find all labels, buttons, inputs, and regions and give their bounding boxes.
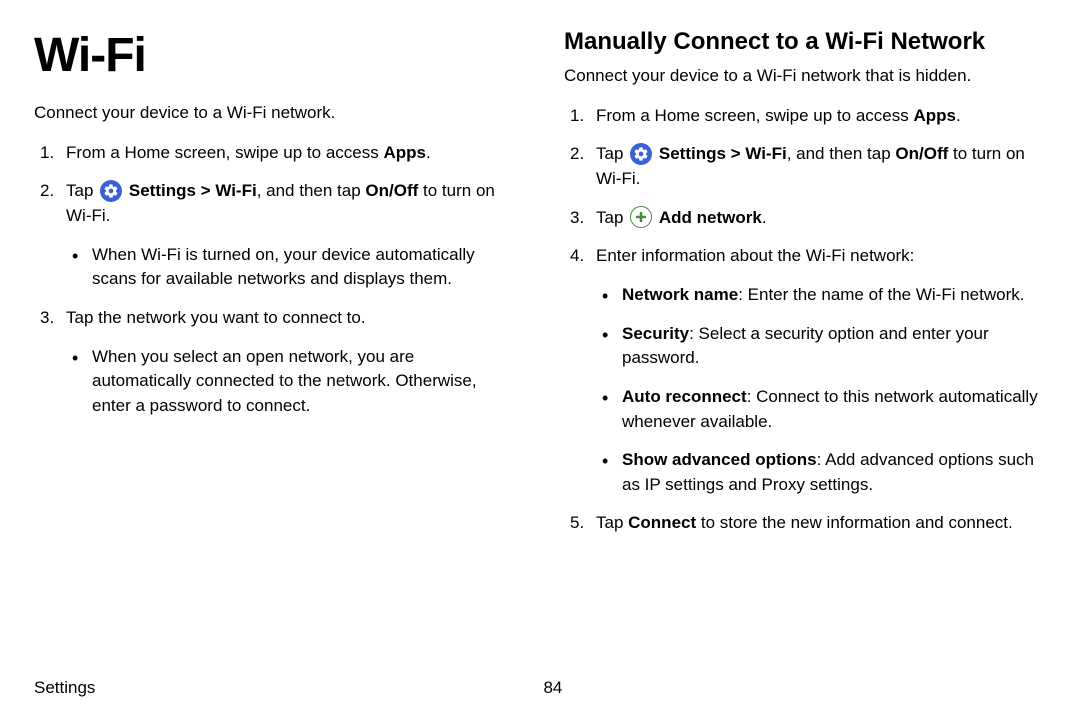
text: Tap — [66, 181, 98, 200]
text: . — [956, 106, 961, 125]
page-footer: Settings 84 — [34, 678, 1046, 698]
substep: Security: Select a security option and e… — [596, 322, 1046, 371]
bold-text: Show advanced options — [622, 450, 817, 469]
text: . — [426, 143, 431, 162]
settings-icon — [100, 180, 122, 202]
text: . — [762, 208, 767, 227]
substep: When Wi-Fi is turned on, your device aut… — [66, 243, 516, 292]
settings-icon — [630, 143, 652, 165]
bold-text: Add network — [659, 208, 762, 227]
step-3: Tap the network you want to connect to. … — [34, 306, 516, 419]
add-icon — [630, 206, 652, 228]
bold-text: > — [726, 144, 745, 163]
text: to store the new information and connect… — [696, 513, 1013, 532]
text: From a Home screen, swipe up to access — [66, 143, 383, 162]
bold-text: Network name — [622, 285, 738, 304]
substep: When you select an open network, you are… — [66, 345, 516, 419]
bold-text: Auto reconnect — [622, 387, 747, 406]
text: Enter information about the Wi-Fi networ… — [596, 246, 914, 265]
bold-text: Settings — [659, 144, 726, 163]
text: Tap — [596, 208, 628, 227]
text: : Enter the name of the Wi-Fi network. — [738, 285, 1024, 304]
text: Tap the network you want to connect to. — [66, 308, 366, 327]
footer-label: Settings — [34, 678, 95, 698]
substeps: When you select an open network, you are… — [66, 345, 516, 419]
bold-text: Apps — [913, 106, 956, 125]
page-number: 84 — [543, 678, 562, 698]
step-4: Enter information about the Wi-Fi networ… — [564, 244, 1046, 497]
steps-list: From a Home screen, swipe up to access A… — [564, 104, 1046, 536]
substep: Auto reconnect: Connect to this network … — [596, 385, 1046, 434]
right-column: Manually Connect to a Wi-Fi Network Conn… — [564, 28, 1046, 550]
step-3: Tap Add network. — [564, 206, 1046, 231]
text: , and then tap — [257, 181, 366, 200]
text: From a Home screen, swipe up to access — [596, 106, 913, 125]
step-2: Tap Settings > Wi-Fi, and then tap On/Of… — [34, 179, 516, 292]
bold-text: On/Off — [895, 144, 948, 163]
step-1: From a Home screen, swipe up to access A… — [34, 141, 516, 166]
intro-text: Connect your device to a Wi-Fi network. — [34, 101, 516, 125]
substep: Network name: Enter the name of the Wi-F… — [596, 283, 1046, 308]
bold-text: Settings — [129, 181, 196, 200]
steps-list: From a Home screen, swipe up to access A… — [34, 141, 516, 419]
bold-text: > — [196, 181, 215, 200]
section-title: Manually Connect to a Wi-Fi Network — [564, 28, 1046, 56]
text: Tap — [596, 513, 628, 532]
step-1: From a Home screen, swipe up to access A… — [564, 104, 1046, 129]
bold-text: Wi-Fi — [215, 181, 256, 200]
bold-text: Wi-Fi — [745, 144, 786, 163]
substep: Show advanced options: Add advanced opti… — [596, 448, 1046, 497]
intro-text: Connect your device to a Wi-Fi network t… — [564, 64, 1046, 88]
page-title: Wi-Fi — [34, 28, 516, 83]
bold-text: Apps — [383, 143, 426, 162]
substeps: When Wi-Fi is turned on, your device aut… — [66, 243, 516, 292]
left-column: Wi-Fi Connect your device to a Wi-Fi net… — [34, 28, 516, 550]
text: , and then tap — [787, 144, 896, 163]
step-5: Tap Connect to store the new information… — [564, 511, 1046, 536]
step-2: Tap Settings > Wi-Fi, and then tap On/Of… — [564, 142, 1046, 191]
bold-text: Connect — [628, 513, 696, 532]
text: Tap — [596, 144, 628, 163]
bold-text: Security — [622, 324, 689, 343]
substeps: Network name: Enter the name of the Wi-F… — [596, 283, 1046, 497]
bold-text: On/Off — [365, 181, 418, 200]
